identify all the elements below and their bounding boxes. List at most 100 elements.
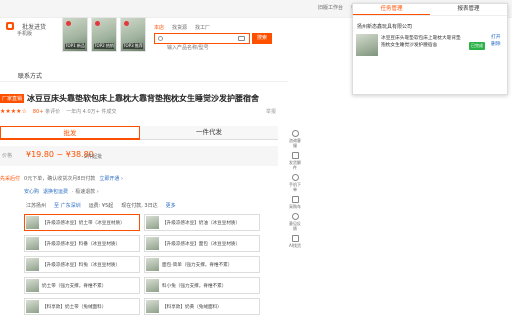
toolbar-label: 发货解件 bbox=[289, 160, 301, 170]
toolbar-label: 咨询客服 bbox=[289, 138, 301, 148]
sku-thumbnail bbox=[146, 300, 159, 313]
search-box bbox=[154, 33, 250, 53]
ai-icon bbox=[291, 235, 299, 242]
sku-thumbnail bbox=[26, 279, 39, 292]
sold-count: 一年内 4.0万+ 件成交 bbox=[66, 109, 117, 115]
toolbar-label: 采购车 bbox=[289, 204, 301, 209]
sku-option[interactable]: 【料享款】奶黄（兔绒面料） bbox=[144, 298, 260, 315]
sku-label: 【料享款】奶黄（兔绒面料） bbox=[162, 304, 222, 310]
product-title-row: 厂家直销 冰豆豆床头靠垫软包床上靠枕大靠背垫抱枕女生睡觉沙发护腰宿舍 bbox=[0, 93, 259, 104]
sku-label: 【升级凉感冰豆】料兔（冰豆豆材质） bbox=[42, 262, 121, 268]
top-link[interactable]: 旧版工作台 bbox=[318, 4, 343, 11]
search-tab[interactable]: 本店 bbox=[154, 24, 164, 31]
sku-option[interactable]: 【升级凉感冰豆】料番（冰豆豆材质） bbox=[24, 235, 140, 252]
rating-stars: ★★★★☆ bbox=[0, 108, 27, 115]
task-actions: 打开 删除 bbox=[491, 34, 501, 48]
store-logo-icon[interactable] bbox=[6, 22, 14, 30]
search-tab[interactable]: 找工厂 bbox=[195, 24, 210, 31]
sku-option[interactable]: 料小兔（强力支撑，脊椎不累） bbox=[144, 277, 260, 294]
task-popup: 任务管理 报表管理 扬州新态鑫玩具有限公司 冰豆豆床头靠垫软包床上靠枕大靠背垫抱… bbox=[352, 3, 508, 95]
mobile-version-link[interactable]: 手机版 bbox=[17, 30, 32, 37]
package-icon bbox=[291, 152, 299, 159]
hot-product-thumb[interactable]: TOP2 热销 bbox=[91, 17, 117, 52]
price-box: 价格 ¥19.80 ~ ¥38.80 2件起批 bbox=[0, 146, 278, 166]
delivery-time: 现在付款, 3日达 bbox=[121, 203, 158, 209]
chat-icon bbox=[291, 130, 299, 137]
sku-option[interactable]: 【升级凉感冰豆】面包（冰豆豆材质） bbox=[144, 235, 260, 252]
sku-label: 【升级凉感冰豆】料番（冰豆豆材质） bbox=[42, 241, 121, 247]
task-item: 冰豆豆床头靠垫软包床上靠枕大靠背垫抱枕女生睡觉沙发护腰宿舍 已完成 打开 删除 bbox=[356, 34, 506, 56]
task-title: 冰豆豆床头靠垫软包床上靠枕大靠背垫抱枕女生睡觉沙发护腰宿舍 bbox=[381, 36, 461, 48]
more-link[interactable]: 更多 bbox=[166, 202, 176, 209]
nav-contact[interactable]: 联系方式 bbox=[18, 71, 42, 80]
hot-product-thumb[interactable]: TOP3 推荐 bbox=[120, 17, 146, 52]
ship-to-select[interactable]: 至 广东深圳 bbox=[54, 202, 81, 209]
pay-later-tag: 先采后付 bbox=[0, 176, 21, 182]
rank-dot-icon bbox=[124, 21, 129, 26]
sku-option[interactable]: 【料享款】奶土带（兔绒面料） bbox=[24, 298, 140, 315]
sku-label: 面包·简单（强力支撑，脊椎不累） bbox=[162, 262, 233, 268]
task-thumbnail bbox=[356, 34, 378, 56]
rating-count[interactable]: 80+ bbox=[33, 109, 44, 115]
rating-row: ★★★★☆ 80+ 条评价 一年内 4.0万+ 件成交 bbox=[0, 108, 116, 115]
hot-product-thumb[interactable]: TOP1 新品 bbox=[62, 17, 88, 52]
page-root: 旧版工作台我的订单我的采购客户服务商家 批发进货 手机版 TOP1 新品TOP2… bbox=[0, 0, 512, 320]
search-input[interactable] bbox=[155, 43, 235, 53]
sku-label: 【升级凉感冰豆】奶油（冰豆豆材质） bbox=[162, 220, 241, 226]
sku-thumbnail bbox=[26, 237, 39, 250]
assurance-row: 安心购 退换包运费 · 极速退款 › bbox=[24, 188, 99, 195]
camera-icon[interactable] bbox=[238, 36, 245, 41]
toolbar-item[interactable]: 咨询客服 bbox=[288, 130, 302, 148]
tab-dropship[interactable]: 一件代发 bbox=[140, 126, 278, 140]
return-shipping-link[interactable]: 退换包运费 bbox=[43, 188, 68, 195]
title-tag: 厂家直销 bbox=[0, 94, 25, 103]
shipping-row: 江苏扬州 至 广东深圳 运费: ¥5起 现在付款, 3日达 更多 bbox=[26, 202, 176, 209]
search-button[interactable]: 搜索 bbox=[252, 33, 272, 44]
sku-thumbnail bbox=[26, 300, 39, 313]
pay-later-row: 先采后付 0元下单，确认收货次月8日付款 立即开通 › bbox=[0, 175, 123, 182]
mobile-icon bbox=[291, 174, 299, 181]
min-order: 2件起批 bbox=[84, 154, 103, 160]
sku-label: 【升级凉感冰豆】面包（冰豆豆材质） bbox=[162, 241, 241, 247]
assurance-prefix[interactable]: 安心购 bbox=[24, 188, 39, 195]
open-link[interactable]: 打开 bbox=[491, 34, 501, 41]
toolbar-item[interactable]: 采购车 bbox=[288, 196, 302, 209]
report-link[interactable]: 举报 bbox=[266, 108, 276, 115]
sku-label: 奶土带（强力支撑，脊椎不累） bbox=[42, 283, 107, 289]
search-tab[interactable]: 找货源 bbox=[172, 24, 187, 31]
thumb-tag: TOP2 热销 bbox=[94, 43, 114, 49]
delete-link[interactable]: 删除 bbox=[491, 41, 501, 48]
rating-text: 条评价 bbox=[45, 109, 61, 115]
feedback-icon bbox=[291, 213, 299, 220]
search-tabs: 本店 找货源 找工厂 bbox=[154, 24, 210, 31]
product-title: 冰豆豆床头靠垫软包床上靠枕大靠背垫抱枕女生睡觉沙发护腰宿舍 bbox=[27, 94, 260, 103]
toolbar-label: 手机下单 bbox=[289, 182, 301, 192]
toolbar-item[interactable]: 手机下单 bbox=[288, 174, 302, 192]
sku-option[interactable]: 【升级凉感冰豆】奶土带（冰豆豆材质） bbox=[24, 214, 140, 231]
hot-products-strip: TOP1 新品 TOP2 热销 TOP3 推荐 bbox=[62, 17, 146, 52]
toolbar-item[interactable]: AI找货 bbox=[288, 235, 302, 248]
thumb-tag: TOP1 新品 bbox=[65, 43, 85, 49]
activate-link[interactable]: 立即开通 › bbox=[99, 175, 123, 182]
sku-option[interactable]: 【升级凉感冰豆】奶油（冰豆豆材质） bbox=[144, 214, 260, 231]
sku-thumbnail bbox=[26, 216, 39, 229]
tab-wholesale[interactable]: 批发 bbox=[0, 126, 140, 140]
search-icon bbox=[158, 36, 163, 41]
sku-option[interactable]: 面包·简单（强力支撑，脊椎不累） bbox=[144, 256, 260, 273]
store-nav: 联系方式 bbox=[0, 68, 288, 82]
popup-shop-name: 扬州新态鑫玩具有限公司 bbox=[357, 24, 413, 30]
cart-icon bbox=[291, 196, 299, 203]
sku-option[interactable]: 【升级凉感冰豆】料兔（冰豆豆材质） bbox=[24, 256, 140, 273]
sku-label: 【升级凉感冰豆】奶土带（冰豆豆材质） bbox=[42, 220, 125, 226]
fast-refund[interactable]: · 极速退款 › bbox=[72, 188, 99, 195]
sku-option[interactable]: 奶土带（强力支撑，脊椎不累） bbox=[24, 277, 140, 294]
rank-dot-icon bbox=[95, 21, 100, 26]
sku-thumbnail bbox=[146, 237, 159, 250]
popup-tabs: 任务管理 报表管理 bbox=[353, 4, 507, 16]
toolbar-item[interactable]: 意见反馈 bbox=[288, 213, 302, 231]
price-label: 价格 bbox=[2, 153, 13, 159]
thumb-tag: TOP3 推荐 bbox=[123, 43, 143, 49]
tab-task-management[interactable]: 任务管理 bbox=[353, 4, 430, 15]
toolbar-item[interactable]: 发货解件 bbox=[288, 152, 302, 170]
tab-report-management[interactable]: 报表管理 bbox=[430, 4, 507, 15]
